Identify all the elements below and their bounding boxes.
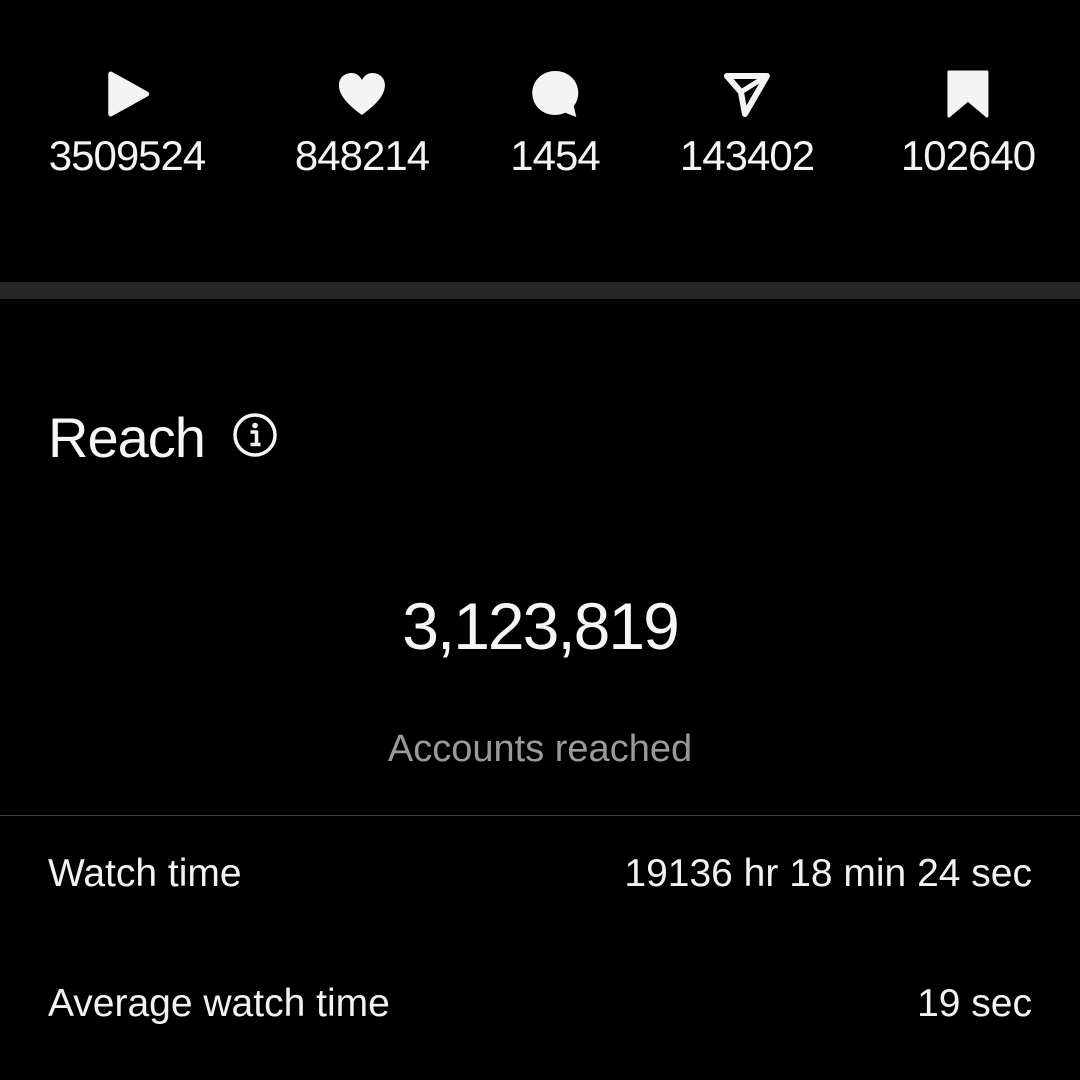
info-icon[interactable] bbox=[231, 411, 279, 459]
bookmark-icon bbox=[940, 66, 996, 122]
metrics-divider bbox=[0, 815, 1080, 816]
shares-stat[interactable]: 143402 bbox=[679, 66, 815, 180]
likes-stat[interactable]: 848214 bbox=[294, 66, 430, 180]
section-divider bbox=[0, 282, 1080, 299]
comments-count: 1454 bbox=[510, 132, 600, 179]
plays-stat[interactable]: 3509524 bbox=[49, 66, 206, 180]
likes-count: 848214 bbox=[294, 132, 430, 179]
plays-count: 3509524 bbox=[48, 132, 207, 179]
heart-icon bbox=[334, 66, 390, 122]
reach-title: Reach bbox=[48, 406, 206, 469]
saves-count: 102640 bbox=[900, 132, 1036, 179]
watch-time-row: Watch time 19136 hr 18 min 24 sec bbox=[48, 852, 1032, 896]
comment-icon bbox=[527, 66, 583, 122]
average-watch-time-value: 19 sec bbox=[917, 982, 1032, 1025]
watch-time-label: Watch time bbox=[48, 852, 242, 895]
watch-time-value: 19136 hr 18 min 24 sec bbox=[624, 852, 1032, 895]
reach-header: Reach bbox=[48, 405, 279, 470]
average-watch-time-label: Average watch time bbox=[48, 982, 390, 1025]
shares-count: 143402 bbox=[679, 132, 815, 179]
comments-stat[interactable]: 1454 bbox=[510, 66, 601, 180]
reach-value: 3,123,819 bbox=[402, 589, 680, 663]
saves-stat[interactable]: 102640 bbox=[900, 66, 1036, 180]
play-icon bbox=[99, 66, 155, 122]
reach-caption: Accounts reached bbox=[387, 728, 693, 770]
share-icon bbox=[719, 66, 775, 122]
average-watch-time-row: Average watch time 19 sec bbox=[48, 982, 1032, 1026]
engagement-stats-row: 3509524 848214 1454 143402 102640 bbox=[0, 0, 1080, 282]
